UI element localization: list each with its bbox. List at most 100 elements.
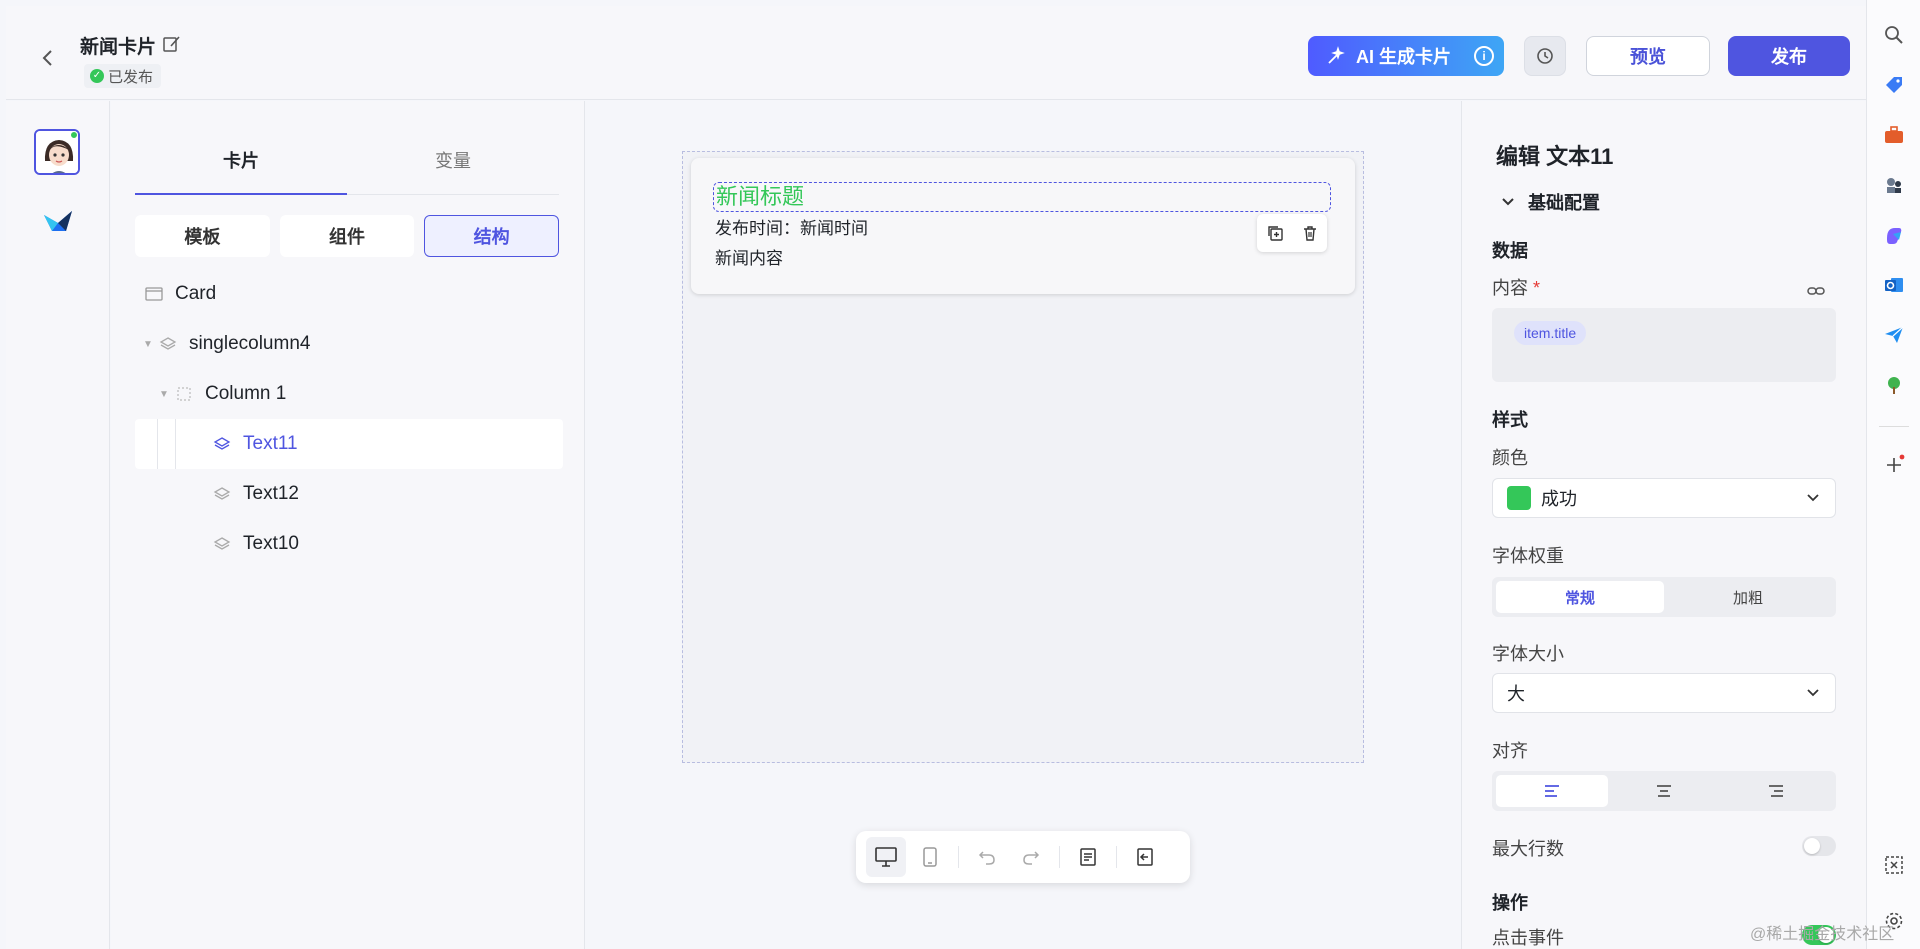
history-button[interactable] bbox=[1524, 36, 1566, 76]
back-button[interactable] bbox=[36, 46, 60, 70]
toolbar-divider bbox=[1116, 846, 1117, 868]
segment-templates[interactable]: 模板 bbox=[135, 215, 270, 257]
tree-node-column-1[interactable]: ▼ Column 1 bbox=[135, 369, 563, 419]
ai-generate-label: AI 生成卡片 bbox=[1356, 47, 1452, 67]
publish-button[interactable]: 发布 bbox=[1728, 36, 1850, 76]
news-card[interactable]: 新闻标题 发布时间：新闻时间 新闻内容 bbox=[691, 158, 1355, 294]
side-app-bar bbox=[1866, 0, 1920, 949]
layers-icon bbox=[157, 335, 179, 353]
send-icon[interactable] bbox=[1881, 322, 1907, 348]
export-button[interactable] bbox=[1125, 837, 1165, 877]
redo-button[interactable] bbox=[1011, 837, 1051, 877]
font-weight-toggle: 常规 加粗 bbox=[1492, 577, 1836, 617]
tree-node-singlecolumn4[interactable]: ▼ singlecolumn4 bbox=[135, 319, 563, 369]
card-icon bbox=[143, 285, 165, 303]
left-rail bbox=[6, 101, 110, 949]
color-select-value: 成功 bbox=[1541, 489, 1577, 509]
content-input[interactable]: item.title bbox=[1492, 308, 1836, 382]
tag-icon[interactable] bbox=[1881, 72, 1907, 98]
online-indicator bbox=[69, 131, 78, 140]
code-view-button[interactable] bbox=[1068, 837, 1108, 877]
tree-node-text10[interactable]: Text10 bbox=[135, 519, 563, 569]
info-icon[interactable]: i bbox=[1474, 46, 1494, 66]
tree-guide-line bbox=[157, 419, 158, 469]
caret-down-icon[interactable]: ▼ bbox=[159, 389, 173, 400]
weight-label: 字体权重 bbox=[1492, 546, 1564, 566]
size-label: 字体大小 bbox=[1492, 644, 1564, 664]
preview-button[interactable]: 预览 bbox=[1586, 36, 1710, 76]
action-heading: 操作 bbox=[1492, 893, 1528, 913]
briefcase-icon[interactable] bbox=[1881, 122, 1907, 148]
color-label: 颜色 bbox=[1492, 448, 1528, 468]
mobile-view-button[interactable] bbox=[910, 837, 950, 877]
undo-icon bbox=[978, 851, 995, 865]
monitor-icon bbox=[875, 847, 897, 867]
chess-icon[interactable] bbox=[1881, 172, 1907, 198]
status-badge: ✓ 已发布 bbox=[84, 64, 162, 88]
screenshot-icon[interactable] bbox=[1881, 852, 1907, 878]
font-size-value: 大 bbox=[1507, 684, 1525, 704]
layers-icon bbox=[211, 435, 233, 453]
content-label-text: 内容 bbox=[1492, 278, 1528, 298]
caret-down-icon[interactable]: ▼ bbox=[143, 339, 157, 350]
max-lines-switch[interactable] bbox=[1802, 836, 1836, 856]
align-right-option[interactable] bbox=[1720, 775, 1832, 807]
layers-icon bbox=[211, 535, 233, 553]
tree-node-text12[interactable]: Text12 bbox=[135, 469, 563, 519]
tree-node-card[interactable]: Card bbox=[135, 269, 563, 319]
structure-panel: 卡片 变量 模板 组件 结构 Card ▼ singlecolumn4 ▼ Co… bbox=[111, 101, 585, 949]
app-logo-icon[interactable] bbox=[38, 201, 78, 241]
duplicate-icon[interactable] bbox=[1264, 222, 1286, 244]
edit-title-icon[interactable] bbox=[162, 34, 182, 54]
outlook-icon[interactable] bbox=[1881, 272, 1907, 298]
add-icon[interactable] bbox=[1881, 452, 1907, 478]
card-time-text[interactable]: 发布时间：新闻时间 bbox=[715, 214, 868, 239]
tree-icon[interactable] bbox=[1881, 372, 1907, 398]
toolbar-divider bbox=[958, 846, 959, 868]
weight-regular-option[interactable]: 常规 bbox=[1496, 581, 1664, 613]
tree-node-label: singlecolumn4 bbox=[189, 333, 311, 354]
align-center-icon bbox=[1657, 785, 1671, 797]
basic-config-toggle[interactable]: 基础配置 bbox=[1500, 189, 1600, 215]
style-heading: 样式 bbox=[1492, 410, 1528, 430]
panel-tabs: 卡片 变量 bbox=[135, 127, 559, 195]
check-circle-icon: ✓ bbox=[90, 69, 104, 83]
trash-icon[interactable] bbox=[1299, 222, 1321, 244]
avatar[interactable] bbox=[34, 129, 80, 175]
toolbar-divider bbox=[1059, 846, 1060, 868]
card-title-text[interactable]: 新闻标题 bbox=[713, 182, 1331, 212]
card-content-text[interactable]: 新闻内容 bbox=[715, 244, 783, 269]
search-icon[interactable] bbox=[1881, 22, 1907, 48]
tree-node-text11[interactable]: Text11 bbox=[135, 419, 563, 469]
content-label: 内容 * bbox=[1492, 274, 1540, 300]
chevron-down-icon bbox=[1807, 689, 1819, 697]
properties-panel: 编辑 文本11 基础配置 数据 内容 * item.title 样式 颜色 成功… bbox=[1461, 101, 1866, 949]
variable-chip[interactable]: item.title bbox=[1514, 321, 1587, 345]
card-frame[interactable]: 新闻标题 发布时间：新闻时间 新闻内容 bbox=[682, 151, 1364, 763]
tree-node-label: Text10 bbox=[243, 533, 299, 554]
link-icon[interactable] bbox=[1806, 281, 1826, 301]
tab-card[interactable]: 卡片 bbox=[135, 127, 347, 195]
ai-generate-button[interactable]: AI 生成卡片 i bbox=[1308, 36, 1504, 76]
font-size-select[interactable]: 大 bbox=[1492, 673, 1836, 713]
weight-bold-option[interactable]: 加粗 bbox=[1664, 581, 1832, 613]
undo-button[interactable] bbox=[967, 837, 1007, 877]
tab-variables[interactable]: 变量 bbox=[347, 127, 559, 194]
color-select[interactable]: 成功 bbox=[1492, 478, 1836, 518]
max-lines-label: 最大行数 bbox=[1492, 839, 1564, 859]
click-event-label: 点击事件 bbox=[1492, 928, 1564, 948]
column-icon bbox=[173, 385, 195, 403]
component-tree: Card ▼ singlecolumn4 ▼ Column 1 Text11 T… bbox=[135, 269, 563, 569]
segment-structure[interactable]: 结构 bbox=[424, 215, 560, 257]
app-root: 新闻卡片 ✓ 已发布 AI 生成卡片 i 预览 发布 卡片 变量 模板 组件 结… bbox=[0, 0, 1866, 949]
align-center-option[interactable] bbox=[1608, 775, 1720, 807]
align-left-option[interactable] bbox=[1496, 775, 1608, 807]
copilot-icon[interactable] bbox=[1881, 222, 1907, 248]
view-segments: 模板 组件 结构 bbox=[135, 215, 560, 257]
segment-components[interactable]: 组件 bbox=[279, 215, 415, 257]
props-title: 编辑 文本11 bbox=[1496, 144, 1614, 169]
chevron-left-icon bbox=[42, 50, 52, 66]
desktop-view-button[interactable] bbox=[866, 837, 906, 877]
align-label: 对齐 bbox=[1492, 741, 1528, 761]
header: 新闻卡片 ✓ 已发布 AI 生成卡片 i 预览 发布 bbox=[6, 6, 1866, 100]
